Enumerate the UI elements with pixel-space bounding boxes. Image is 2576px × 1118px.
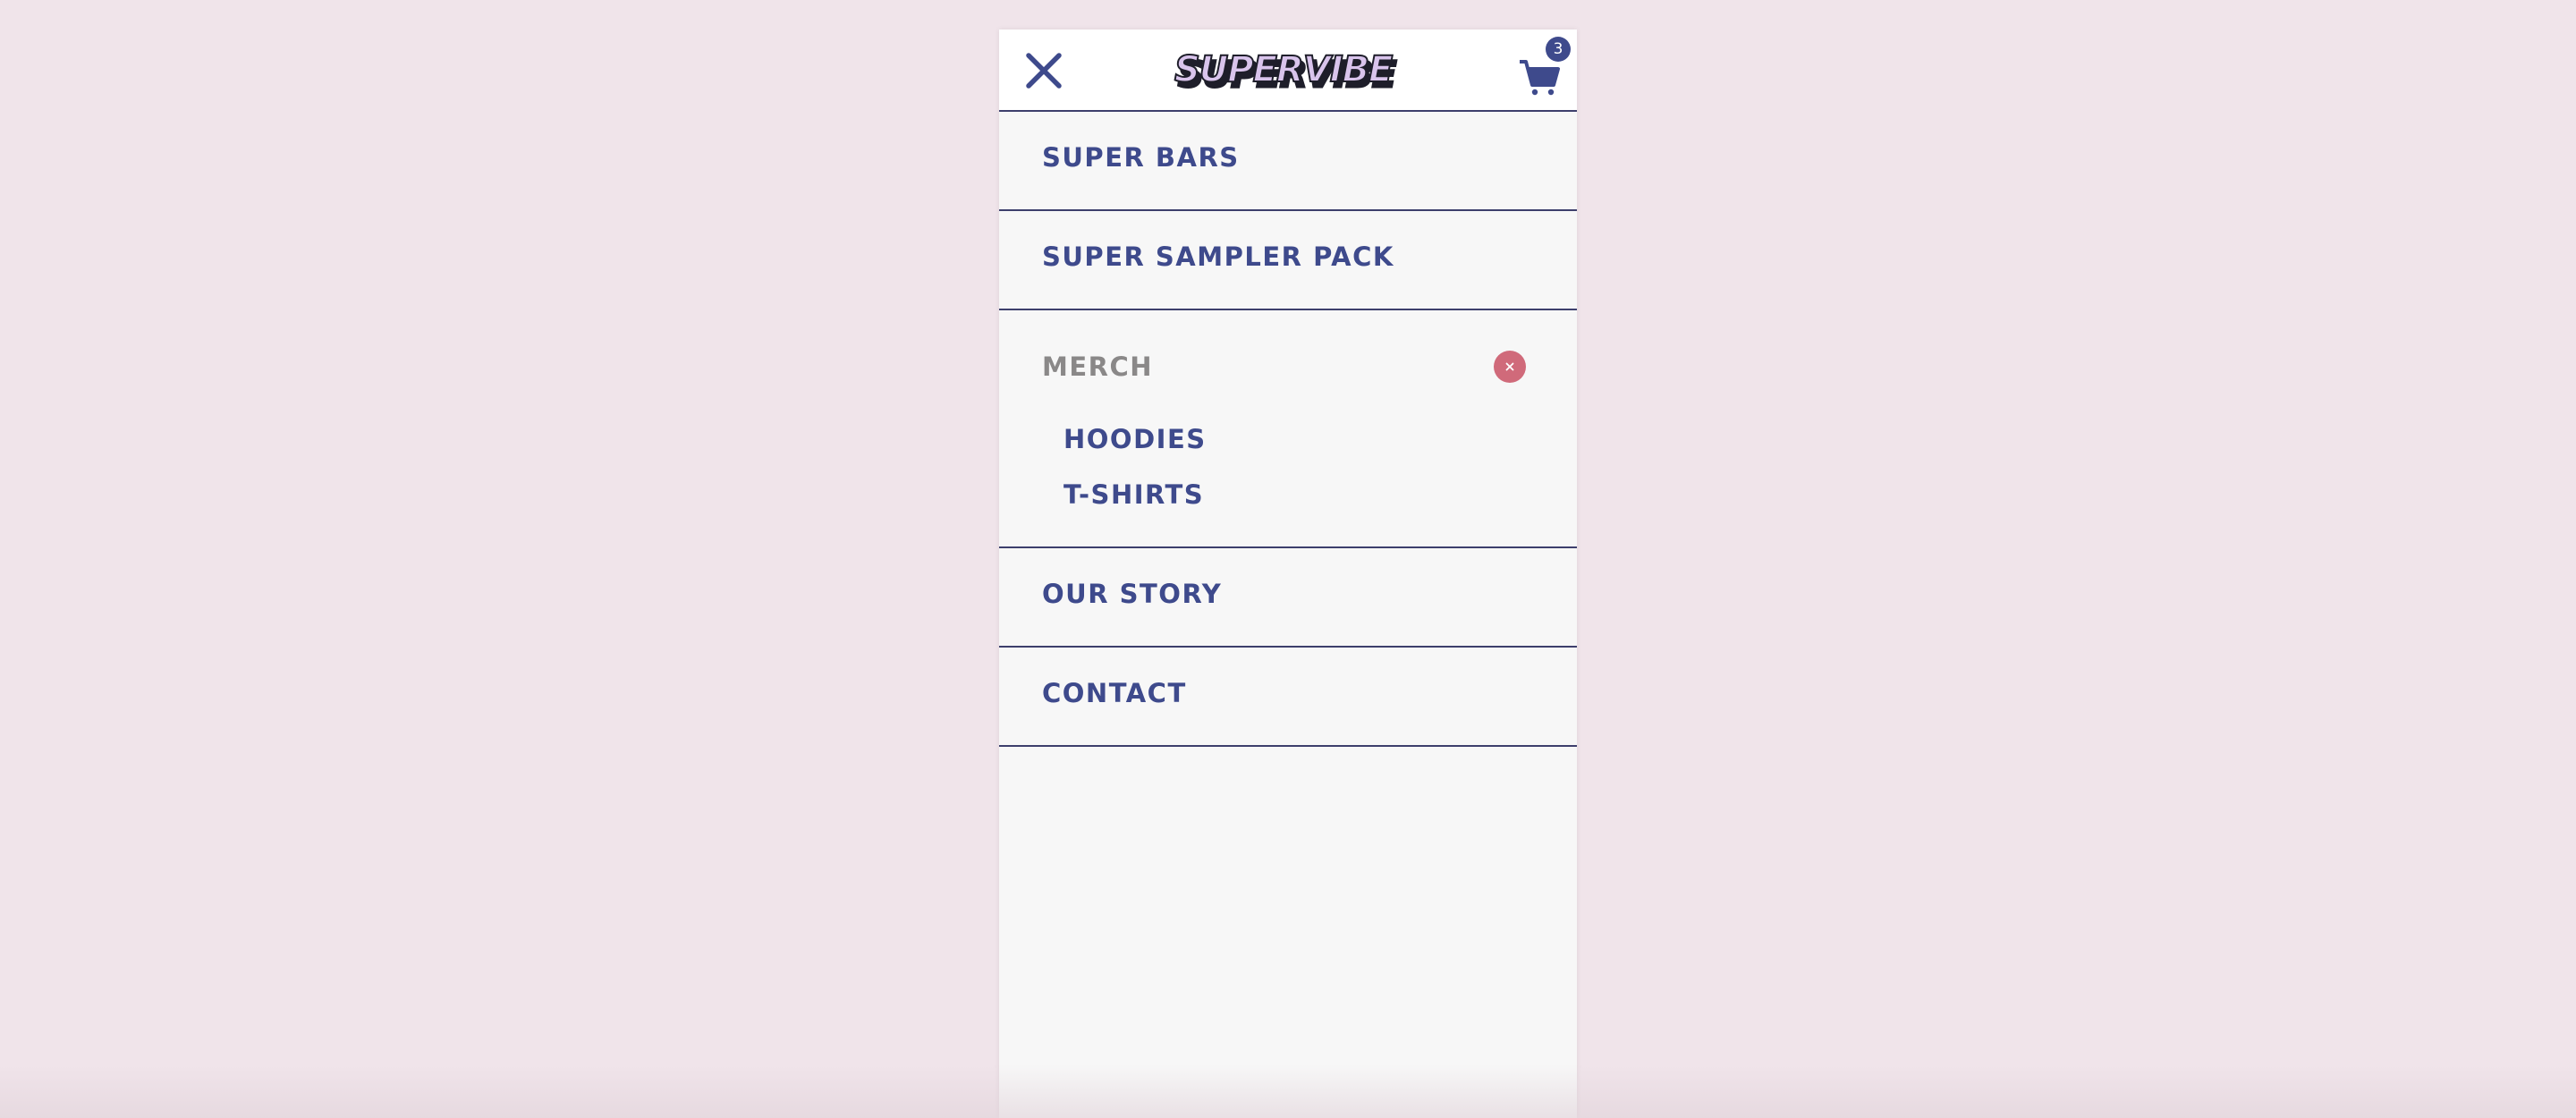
mobile-menu-panel: SUPERVIBE SUPERVIBE 3 SUPER BARS SUPER S…: [999, 30, 1577, 1118]
close-x-icon: [1026, 53, 1062, 89]
close-menu-button[interactable]: [1024, 51, 1063, 90]
nav-item-super-sampler-pack[interactable]: SUPER SAMPLER PACK: [999, 211, 1577, 310]
logo-text: SUPERVIBE: [1174, 49, 1393, 90]
nav-item-contact[interactable]: CONTACT: [999, 648, 1577, 747]
nav-item-super-bars[interactable]: SUPER BARS: [999, 112, 1577, 211]
main-navigation: SUPER BARS SUPER SAMPLER PACK MERCH HOOD…: [999, 112, 1577, 747]
nav-item-label: OUR STORY: [1042, 579, 1223, 609]
nav-item-label: SUPER BARS: [1042, 142, 1240, 173]
nav-item-label: CONTACT: [1042, 678, 1187, 708]
nav-subitem-hoodies[interactable]: HOODIES: [1063, 424, 1207, 454]
supervibe-logo[interactable]: SUPERVIBE SUPERVIBE: [1169, 47, 1407, 97]
nav-item-our-story[interactable]: OUR STORY: [999, 548, 1577, 648]
nav-item-label[interactable]: MERCH: [1042, 351, 1153, 382]
collapse-merch-button[interactable]: [1494, 351, 1526, 383]
menu-header: SUPERVIBE SUPERVIBE 3: [999, 30, 1577, 112]
cart-count-badge: 3: [1546, 37, 1571, 62]
nav-subitem-t-shirts[interactable]: T-SHIRTS: [1063, 479, 1204, 510]
close-circle-icon: [1505, 362, 1514, 371]
nav-item-merch: MERCH HOODIES T-SHIRTS: [999, 310, 1577, 548]
nav-item-label: SUPER SAMPLER PACK: [1042, 241, 1394, 272]
